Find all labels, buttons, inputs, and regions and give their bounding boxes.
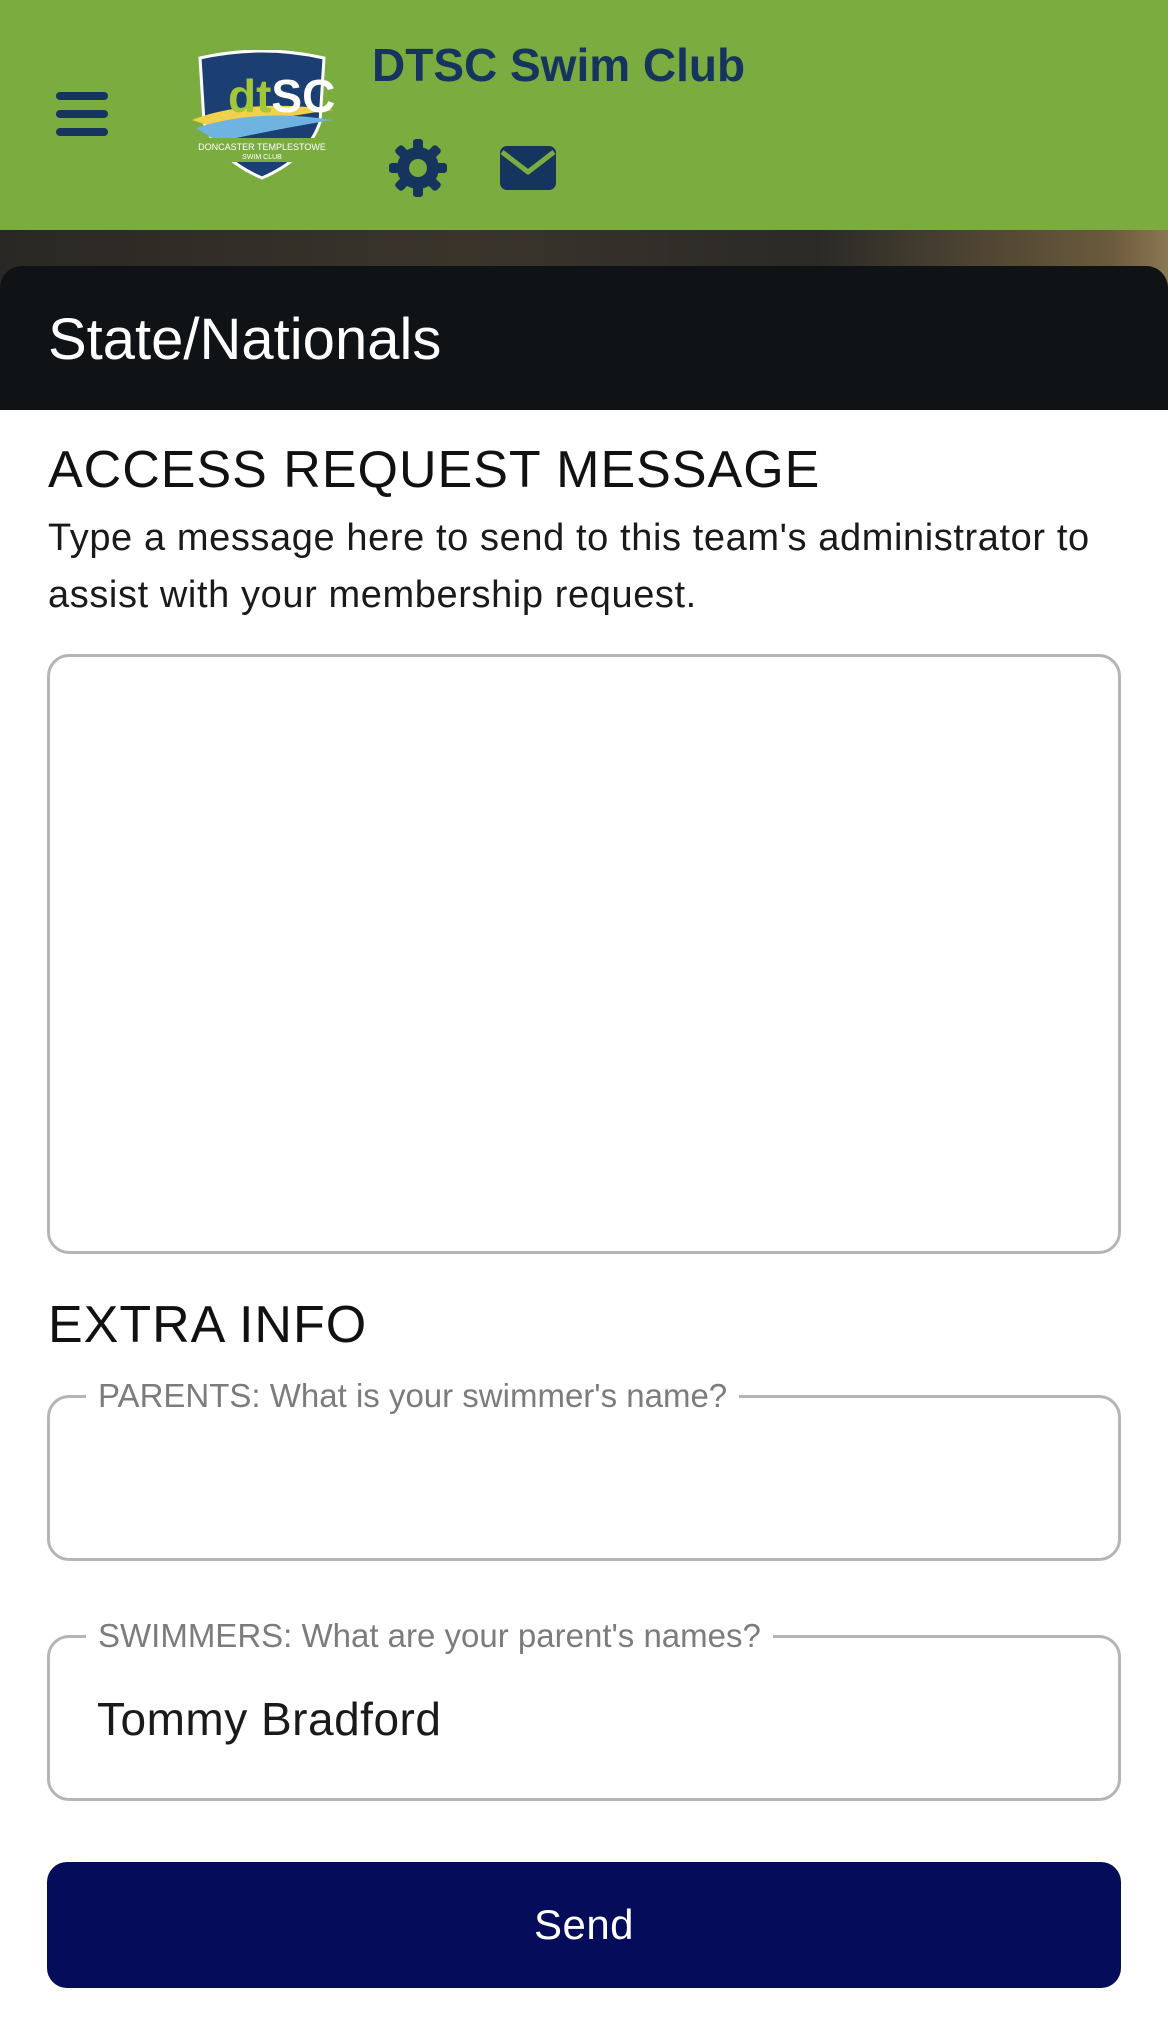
- send-button[interactable]: Send: [47, 1862, 1121, 1988]
- gear-icon[interactable]: [386, 136, 450, 200]
- logo-line1: DONCASTER TEMPLESTOWE: [198, 142, 326, 152]
- club-name: DTSC Swim Club: [372, 39, 746, 91]
- club-logo: dtSC DONCASTER TEMPLESTOWE SWIM CLUB: [192, 50, 335, 180]
- access-request-message-input[interactable]: [47, 654, 1121, 1254]
- parents-swimmer-name-input[interactable]: [95, 1438, 1075, 1520]
- card-title: State/Nationals: [48, 307, 442, 372]
- swimmers-parent-names-input[interactable]: [95, 1678, 1075, 1760]
- hamburger-menu-icon[interactable]: [56, 92, 108, 136]
- card-header: State/Nationals: [0, 266, 1168, 410]
- swimmers-field-label: SWIMMERS: What are your parent's names?: [86, 1612, 773, 1660]
- logo-initials: dtSC: [228, 70, 335, 122]
- access-request-help-text: Type a message here to send to this team…: [48, 517, 1090, 616]
- swimmers-parent-names-field[interactable]: SWIMMERS: What are your parent's names?: [47, 1612, 1121, 1801]
- access-request-heading: ACCESS REQUEST MESSAGE: [48, 441, 821, 499]
- app-header: dtSC DONCASTER TEMPLESTOWE SWIM CLUB DTS…: [0, 0, 1168, 230]
- parents-swimmer-name-field[interactable]: PARENTS: What is your swimmer's name?: [47, 1372, 1121, 1561]
- envelope-icon[interactable]: [496, 136, 560, 200]
- access-request-form: ACCESS REQUEST MESSAGE Type a message he…: [0, 410, 1168, 2032]
- logo-line2: SWIM CLUB: [242, 154, 282, 161]
- extra-info-heading: EXTRA INFO: [48, 1296, 368, 1354]
- parents-field-label: PARENTS: What is your swimmer's name?: [86, 1372, 740, 1420]
